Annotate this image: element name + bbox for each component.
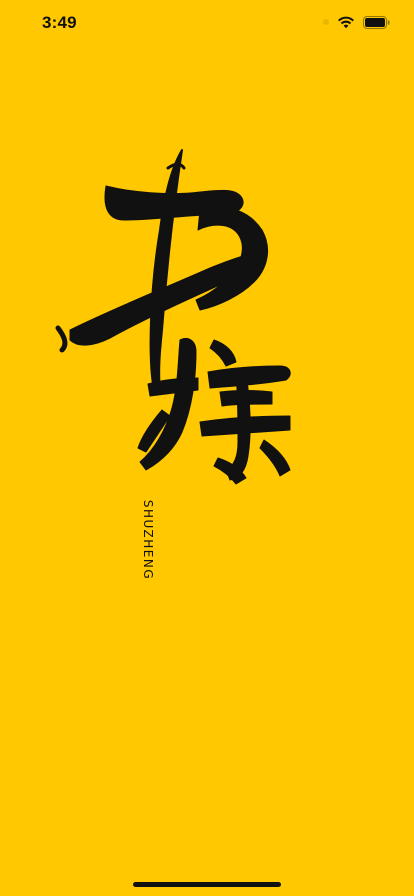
status-icons — [323, 14, 390, 30]
home-indicator[interactable] — [133, 882, 281, 887]
wifi-icon — [337, 15, 355, 29]
status-time: 3:49 — [42, 13, 77, 32]
logo-pinyin-label: SHUZHENG — [141, 499, 155, 581]
calligraphy-logo-icon — [55, 149, 291, 485]
app-logo: SHUZHENG — [50, 140, 310, 580]
status-bar: 3:49 — [0, 0, 414, 44]
privacy-dot-icon — [323, 19, 329, 25]
battery-icon — [363, 15, 390, 29]
